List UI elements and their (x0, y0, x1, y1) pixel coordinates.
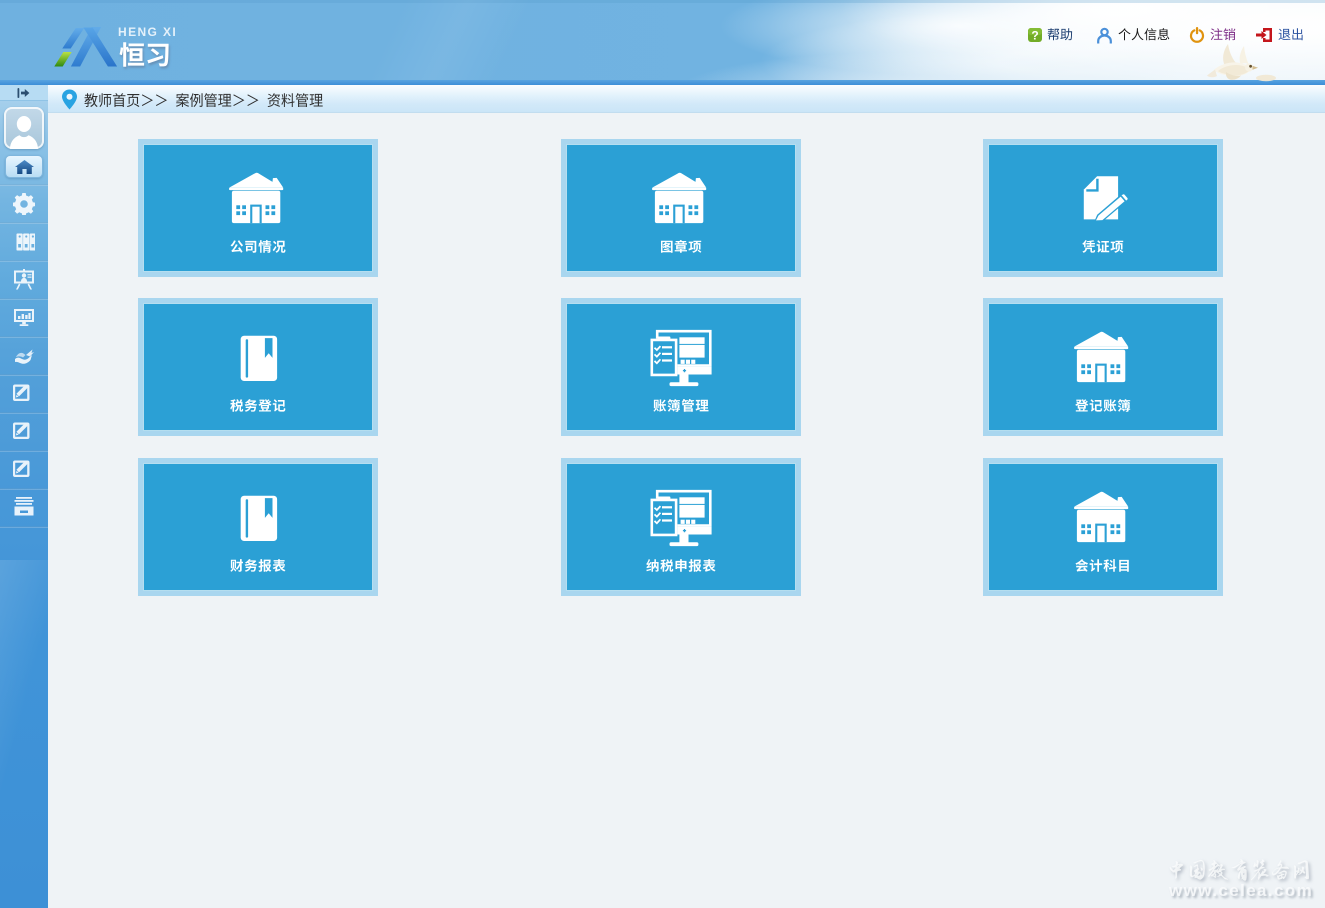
svg-text:?: ? (1031, 29, 1038, 43)
